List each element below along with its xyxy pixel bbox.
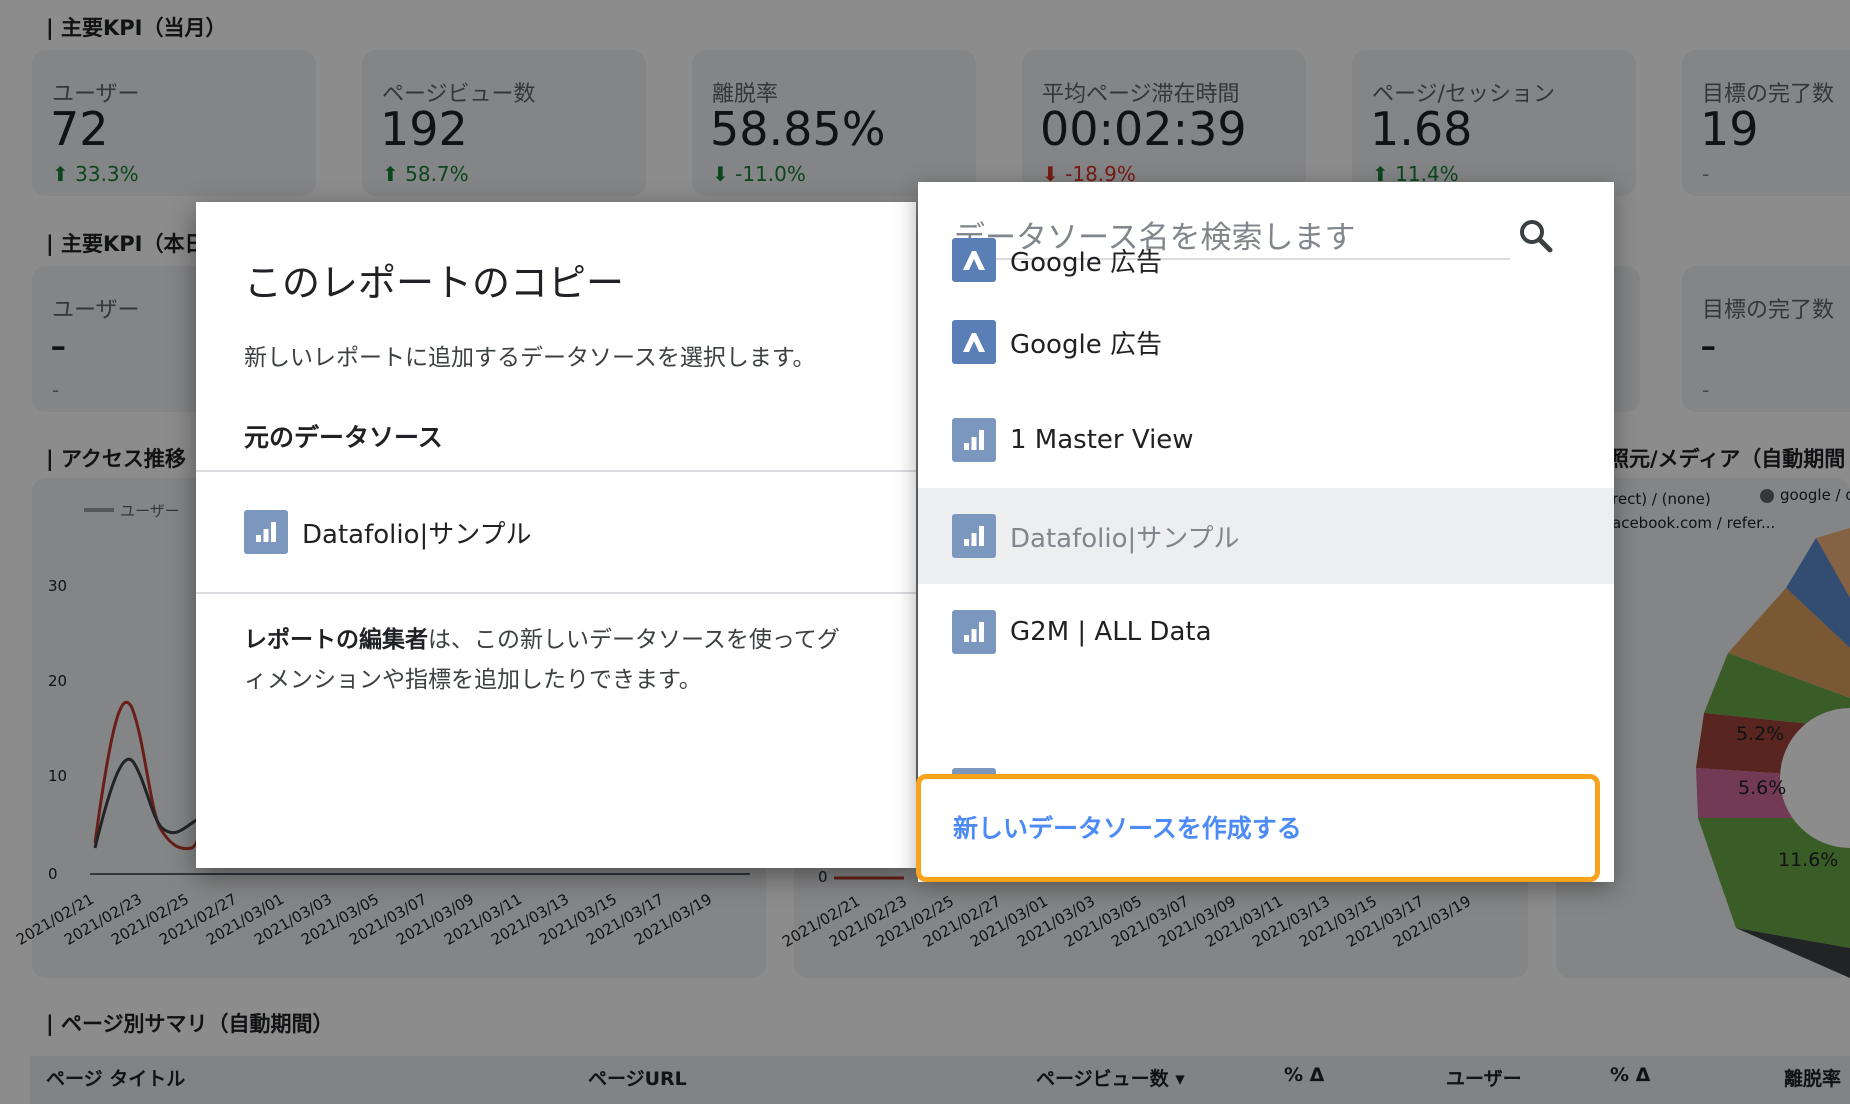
analytics-icon <box>244 510 288 554</box>
copy-report-dialog: このレポートのコピー 新しいレポートに追加するデータソースを選択します。 元のデ… <box>196 202 916 868</box>
data-source-name: Google 広告 <box>1010 329 1162 360</box>
create-data-source-label: 新しいデータソースを作成する <box>953 814 1302 843</box>
data-source-name: Google 広告 <box>1010 247 1162 278</box>
divider <box>196 470 916 472</box>
data-source-item[interactable]: 1 Master View <box>918 392 1614 488</box>
dialog-description: 新しいレポートに追加するデータソースを選択します。 <box>244 345 816 371</box>
original-source-row: Datafolio|サンプル <box>244 510 531 554</box>
original-source-label: 元のデータソース <box>244 423 443 452</box>
original-source-name: Datafolio|サンプル <box>302 519 532 550</box>
data-source-item-selected[interactable]: Datafolio|サンプル <box>918 488 1614 584</box>
data-source-name: G2M | ALL Data <box>1010 617 1212 647</box>
data-source-item[interactable]: G2M | ALL Data <box>918 584 1614 680</box>
dialog-title: このレポートのコピー <box>244 261 625 305</box>
dialog-note: レポートの編集者は、この新しいデータソースを使ってグ ィメンションや指標を追加した… <box>244 627 840 693</box>
divider <box>196 592 916 594</box>
data-source-item[interactable]: Google 広告 <box>918 294 1614 390</box>
analytics-icon <box>952 514 996 558</box>
analytics-icon <box>952 418 996 462</box>
analytics-icon <box>952 610 996 654</box>
data-source-name: 1 Master View <box>1010 425 1194 455</box>
google-ads-icon <box>952 238 996 282</box>
google-ads-icon <box>952 320 996 364</box>
data-source-name: Datafolio|サンプル <box>1010 523 1240 554</box>
create-data-source-button[interactable]: 新しいデータソースを作成する <box>916 774 1600 882</box>
